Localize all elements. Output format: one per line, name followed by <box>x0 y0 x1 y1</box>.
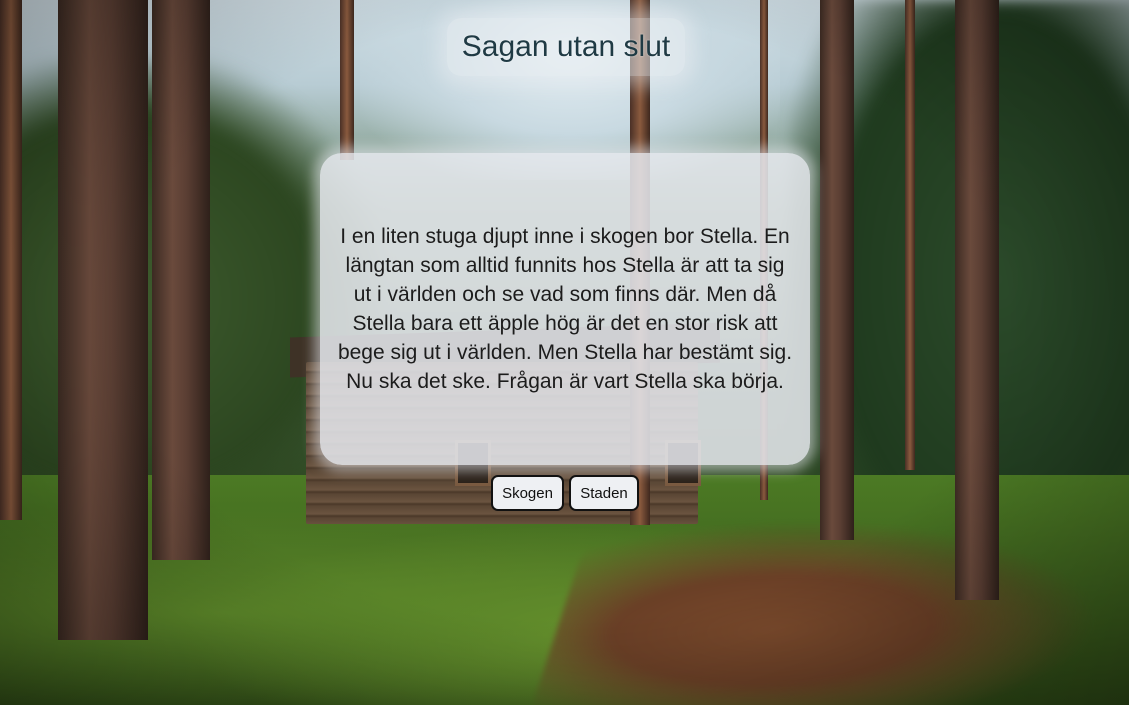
choice-buttons: Skogen Staden <box>491 475 639 511</box>
skogen-button[interactable]: Skogen <box>491 475 564 511</box>
title-container: Sagan utan slut <box>447 18 685 76</box>
staden-button[interactable]: Staden <box>569 475 639 511</box>
story-box: I en liten stuga djupt inne i skogen bor… <box>320 153 810 465</box>
story-text: I en liten stuga djupt inne i skogen bor… <box>337 225 793 393</box>
page-title: Sagan utan slut <box>461 30 671 63</box>
